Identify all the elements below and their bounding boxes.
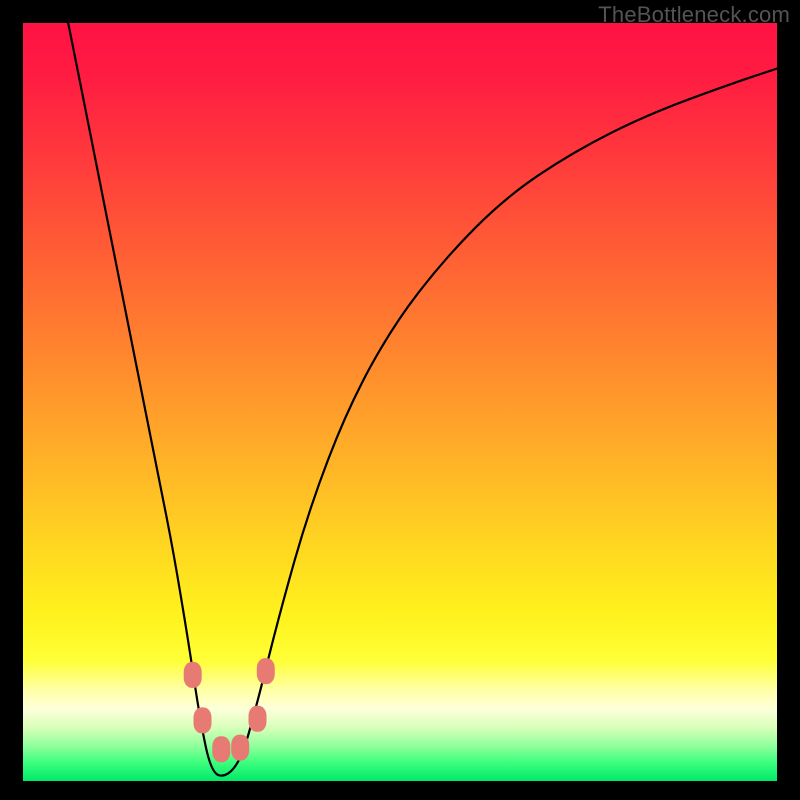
curve-marker	[257, 658, 275, 684]
curve-marker	[249, 706, 267, 732]
curve-marker	[212, 736, 230, 762]
chart-frame	[23, 23, 777, 781]
bottleneck-chart	[23, 23, 777, 781]
curve-marker	[184, 662, 202, 688]
gradient-background	[23, 23, 777, 781]
curve-marker	[194, 707, 212, 733]
curve-marker	[231, 735, 249, 761]
